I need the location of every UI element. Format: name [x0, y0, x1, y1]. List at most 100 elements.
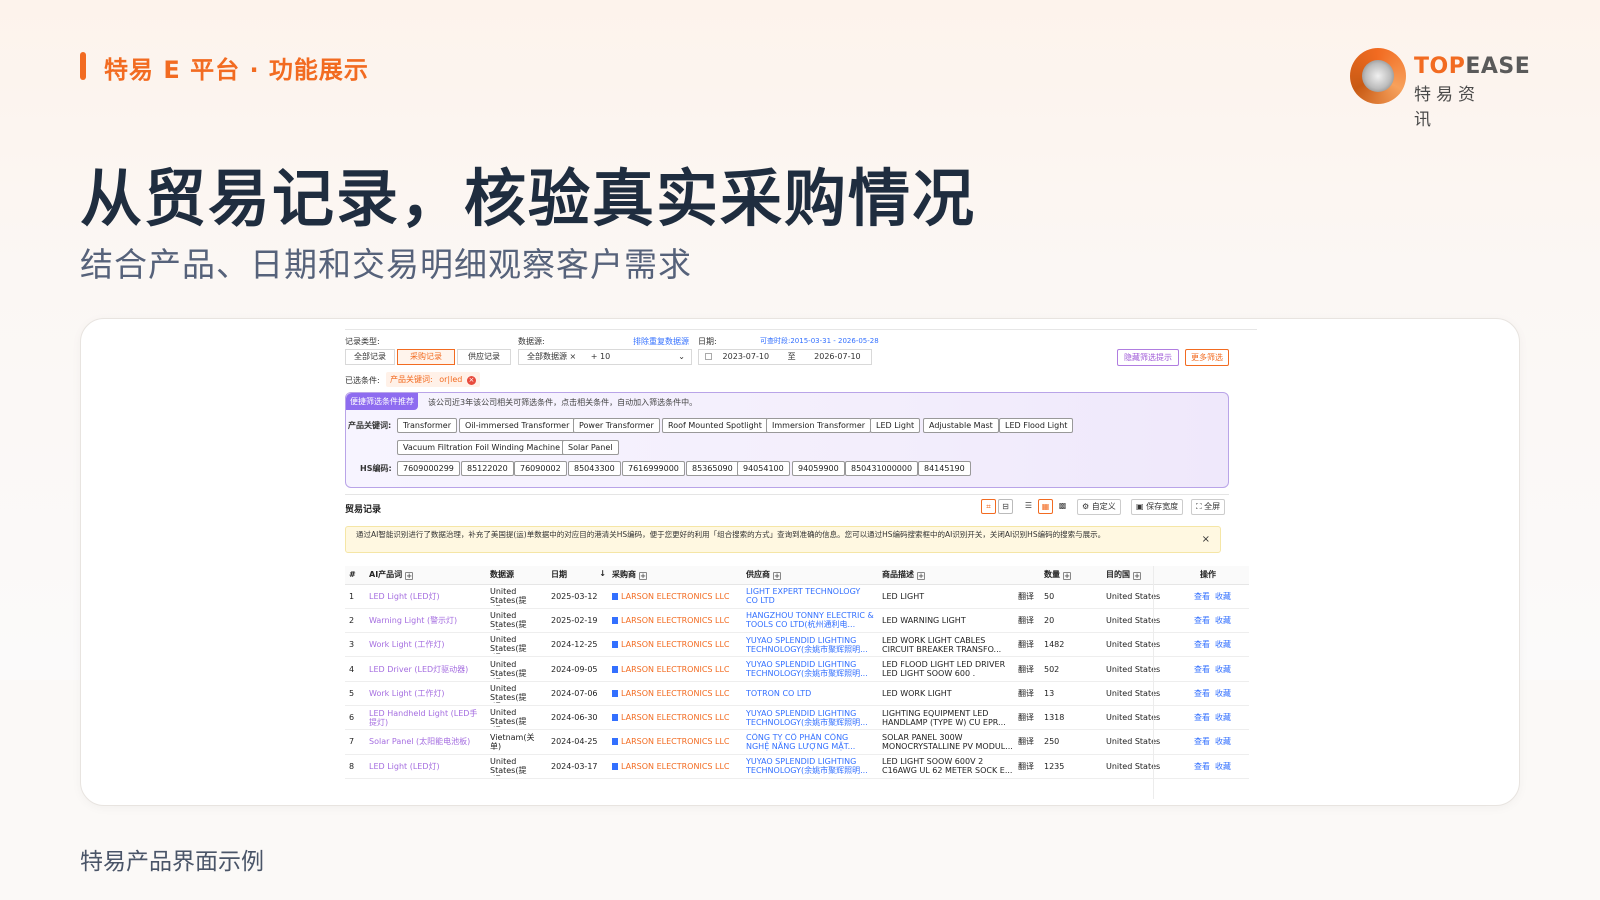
supplier-cell[interactable]: LIGHT EXPERT TECHNOLOGY CO LTD	[742, 584, 878, 609]
col-supplier[interactable]: 供应商 +	[742, 566, 878, 585]
view-link[interactable]: 查看	[1194, 616, 1210, 625]
ai-product-cell[interactable]: Solar Panel (太阳能电池板)	[365, 729, 486, 755]
translate-link[interactable]: 翻译	[1018, 681, 1040, 706]
remove-filter-icon[interactable]: ×	[466, 376, 476, 385]
hs-code-chip[interactable]: 7609000299	[397, 461, 460, 476]
view-link[interactable]: 查看	[1194, 737, 1210, 746]
keyword-chip[interactable]: Vacuum Filtration Foil Winding Machine	[397, 440, 566, 455]
record-type-supply[interactable]: 供应记录	[457, 349, 511, 365]
table-row[interactable]: 1LED Light (LED灯)United States(提(运...202…	[345, 584, 1249, 609]
hs-code-chip[interactable]: 84145190	[918, 461, 971, 476]
view-link[interactable]: 查看	[1194, 592, 1210, 601]
translate-link[interactable]: 翻译	[1018, 729, 1040, 755]
translate-link[interactable]: 翻译	[1018, 632, 1040, 658]
buyer-cell[interactable]: LARSON ELECTRONICS LLC	[608, 705, 742, 731]
col-date[interactable]: 日期 ↓	[547, 566, 608, 585]
buyer-cell[interactable]: LARSON ELECTRONICS LLC	[608, 584, 742, 609]
supplier-cell[interactable]: YUYAO SPLENDID LIGHTING TECHNOLOGY(余姚市聚辉…	[742, 632, 878, 658]
col-destination[interactable]: 目的国 +	[1102, 566, 1172, 585]
hide-tips-button[interactable]: 隐藏筛选提示	[1117, 349, 1179, 366]
supplier-cell[interactable]: YUYAO SPLENDID LIGHTING TECHNOLOGY(余姚市聚辉…	[742, 754, 878, 779]
col-description[interactable]: 商品描述 +	[878, 566, 1018, 585]
ai-product-cell[interactable]: LED Light (LED灯)	[365, 754, 486, 779]
dedupe-link[interactable]: 排除重复数据源	[633, 336, 689, 347]
clear-icon[interactable]: ×	[570, 352, 577, 361]
favorite-link[interactable]: 收藏	[1215, 762, 1231, 771]
view-link[interactable]: 查看	[1194, 713, 1210, 722]
table-row[interactable]: 8LED Light (LED灯)United States(提(运...202…	[345, 754, 1249, 779]
buyer-cell[interactable]: LARSON ELECTRONICS LLC	[608, 729, 742, 755]
add-column-icon[interactable]: +	[773, 572, 781, 581]
favorite-link[interactable]: 收藏	[1215, 713, 1231, 722]
translate-link[interactable]: 翻译	[1018, 584, 1040, 609]
sort-icon[interactable]: ↓	[599, 569, 606, 578]
save-width-button[interactable]: ▣ 保存宽度	[1131, 499, 1184, 515]
add-column-icon[interactable]: +	[639, 572, 647, 581]
supplier-cell[interactable]: YUYAO SPLENDID LIGHTING TECHNOLOGY(余姚市聚辉…	[742, 705, 878, 731]
expand-icon[interactable]: ⌗	[981, 499, 996, 514]
list-view-icon[interactable]: ☰	[1021, 499, 1036, 514]
keyword-chip[interactable]: Immersion Transformer	[766, 418, 872, 433]
supplier-cell[interactable]: HANGZHOU TONNY ELECTRIC & TOOLS CO LTD(杭…	[742, 608, 878, 634]
collapse-icon[interactable]: ⊟	[998, 499, 1013, 514]
translate-link[interactable]: 翻译	[1018, 608, 1040, 634]
table-row[interactable]: 7 Solar Panel (太阳能电池板) Vietnam(关单) 2024-04-…	[345, 729, 1249, 755]
supplier-cell[interactable]: CÔNG TY CỔ PHẦN CÔNG NGHỆ NĂNG LƯỢNG MẶT…	[742, 729, 878, 755]
keyword-chip[interactable]: Roof Mounted Spotlight	[662, 418, 768, 433]
hs-code-chip[interactable]: 85365090	[686, 461, 739, 476]
view-link[interactable]: 查看	[1194, 762, 1210, 771]
hs-code-chip[interactable]: 85122020	[461, 461, 514, 476]
customize-button[interactable]: ⚙ 自定义	[1077, 499, 1121, 515]
favorite-link[interactable]: 收藏	[1215, 665, 1231, 674]
buyer-cell[interactable]: LARSON ELECTRONICS LLC	[608, 656, 742, 682]
keyword-chip[interactable]: Transformer	[397, 418, 458, 433]
ai-product-cell[interactable]: Work Light (工作灯)	[365, 681, 486, 706]
keyword-chip[interactable]: Solar Panel	[562, 440, 619, 455]
add-column-icon[interactable]: +	[917, 572, 925, 581]
table-row[interactable]: 2Warning Light (警示灯)United States(提(运...…	[345, 608, 1249, 634]
table-row[interactable]: 3Work Light (工作灯)United States(提(运...202…	[345, 632, 1249, 658]
view-link[interactable]: 查看	[1194, 665, 1210, 674]
ai-product-cell[interactable]: LED Driver (LED灯驱动器)	[365, 656, 486, 682]
ai-product-cell[interactable]: LED Light (LED灯)	[365, 584, 486, 609]
supplier-cell[interactable]: YUYAO SPLENDID LIGHTING TECHNOLOGY(余姚市聚辉…	[742, 656, 878, 682]
keyword-chip[interactable]: Oil-immersed Transformer	[459, 418, 576, 433]
keyword-filter-chip[interactable]: 产品关键词: or|led ×	[386, 372, 480, 387]
record-type-purchase[interactable]: 采购记录	[397, 349, 455, 365]
ai-product-cell[interactable]: LED Handheld Light (LED手提灯)	[365, 705, 486, 731]
buyer-cell[interactable]: LARSON ELECTRONICS LLC	[608, 608, 742, 634]
table-row[interactable]: 5Work Light (工作灯)United States(提(运...202…	[345, 681, 1249, 706]
favorite-link[interactable]: 收藏	[1215, 592, 1231, 601]
grid-view-icon[interactable]: ▦	[1038, 499, 1053, 514]
favorite-link[interactable]: 收藏	[1215, 737, 1231, 746]
ai-product-cell[interactable]: Warning Light (警示灯)	[365, 608, 486, 634]
hs-code-chip[interactable]: 7616999000	[622, 461, 685, 476]
view-link[interactable]: 查看	[1194, 689, 1210, 698]
translate-link[interactable]: 翻译	[1018, 656, 1040, 682]
favorite-link[interactable]: 收藏	[1215, 616, 1231, 625]
buyer-cell[interactable]: LARSON ELECTRONICS LLC	[608, 632, 742, 658]
hs-code-chip[interactable]: 94054100	[737, 461, 790, 476]
hs-code-chip[interactable]: 76090002	[514, 461, 567, 476]
hs-code-chip[interactable]: 850431000000	[845, 461, 919, 476]
supplier-cell[interactable]: TOTRON CO LTD	[742, 681, 878, 706]
datasource-select[interactable]: 全部数据源 × + 10 ⌄	[518, 349, 692, 365]
col-buyer[interactable]: 采购商 +	[608, 566, 742, 585]
close-icon[interactable]: ×	[1202, 535, 1210, 545]
add-column-icon[interactable]: +	[405, 572, 414, 581]
keyword-chip[interactable]: LED Light	[870, 418, 921, 433]
add-column-icon[interactable]: +	[1063, 572, 1071, 581]
buyer-cell[interactable]: LARSON ELECTRONICS LLC	[608, 754, 742, 779]
more-filters-button[interactable]: 更多筛选	[1185, 349, 1229, 366]
buyer-cell[interactable]: LARSON ELECTRONICS LLC	[608, 681, 742, 706]
record-type-all[interactable]: 全部记录	[345, 349, 395, 365]
keyword-chip[interactable]: Power Transformer	[573, 418, 660, 433]
fullscreen-button[interactable]: ⛶ 全屏	[1191, 499, 1226, 515]
date-range-picker[interactable]: 2023-07-10 至 2026-07-10	[698, 349, 872, 365]
favorite-link[interactable]: 收藏	[1215, 689, 1231, 698]
col-quantity[interactable]: 数量 +	[1040, 566, 1102, 585]
col-ai-product[interactable]: AI产品词 +	[365, 566, 486, 585]
hs-code-chip[interactable]: 94059900	[792, 461, 845, 476]
translate-link[interactable]: 翻译	[1018, 705, 1040, 731]
add-column-icon[interactable]: +	[1133, 572, 1141, 581]
